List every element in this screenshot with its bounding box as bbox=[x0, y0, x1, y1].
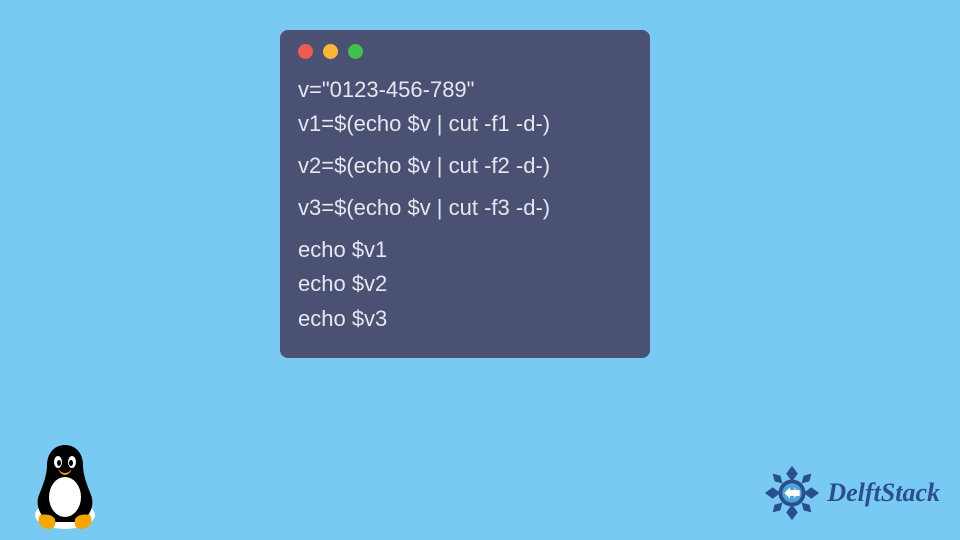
window-controls bbox=[298, 44, 632, 59]
code-line-2: v1=$(echo $v | cut -f1 -d-) bbox=[298, 107, 632, 141]
code-line-7: echo $v3 bbox=[298, 302, 632, 336]
delftstack-brand: DelftStack bbox=[763, 464, 940, 522]
code-line-3: v2=$(echo $v | cut -f2 -d-) bbox=[298, 149, 632, 183]
code-line-4: v3=$(echo $v | cut -f3 -d-) bbox=[298, 191, 632, 225]
code-line-6: echo $v2 bbox=[298, 267, 632, 301]
code-line-1: v="0123-456-789" bbox=[298, 73, 632, 107]
terminal-window: v="0123-456-789" v1=$(echo $v | cut -f1 … bbox=[280, 30, 650, 358]
code-line-5: echo $v1 bbox=[298, 233, 632, 267]
minimize-dot bbox=[323, 44, 338, 59]
delftstack-label: DelftStack bbox=[827, 478, 940, 508]
delftstack-logo-icon bbox=[763, 464, 821, 522]
close-dot bbox=[298, 44, 313, 59]
maximize-dot bbox=[348, 44, 363, 59]
linux-tux-icon bbox=[25, 437, 105, 532]
